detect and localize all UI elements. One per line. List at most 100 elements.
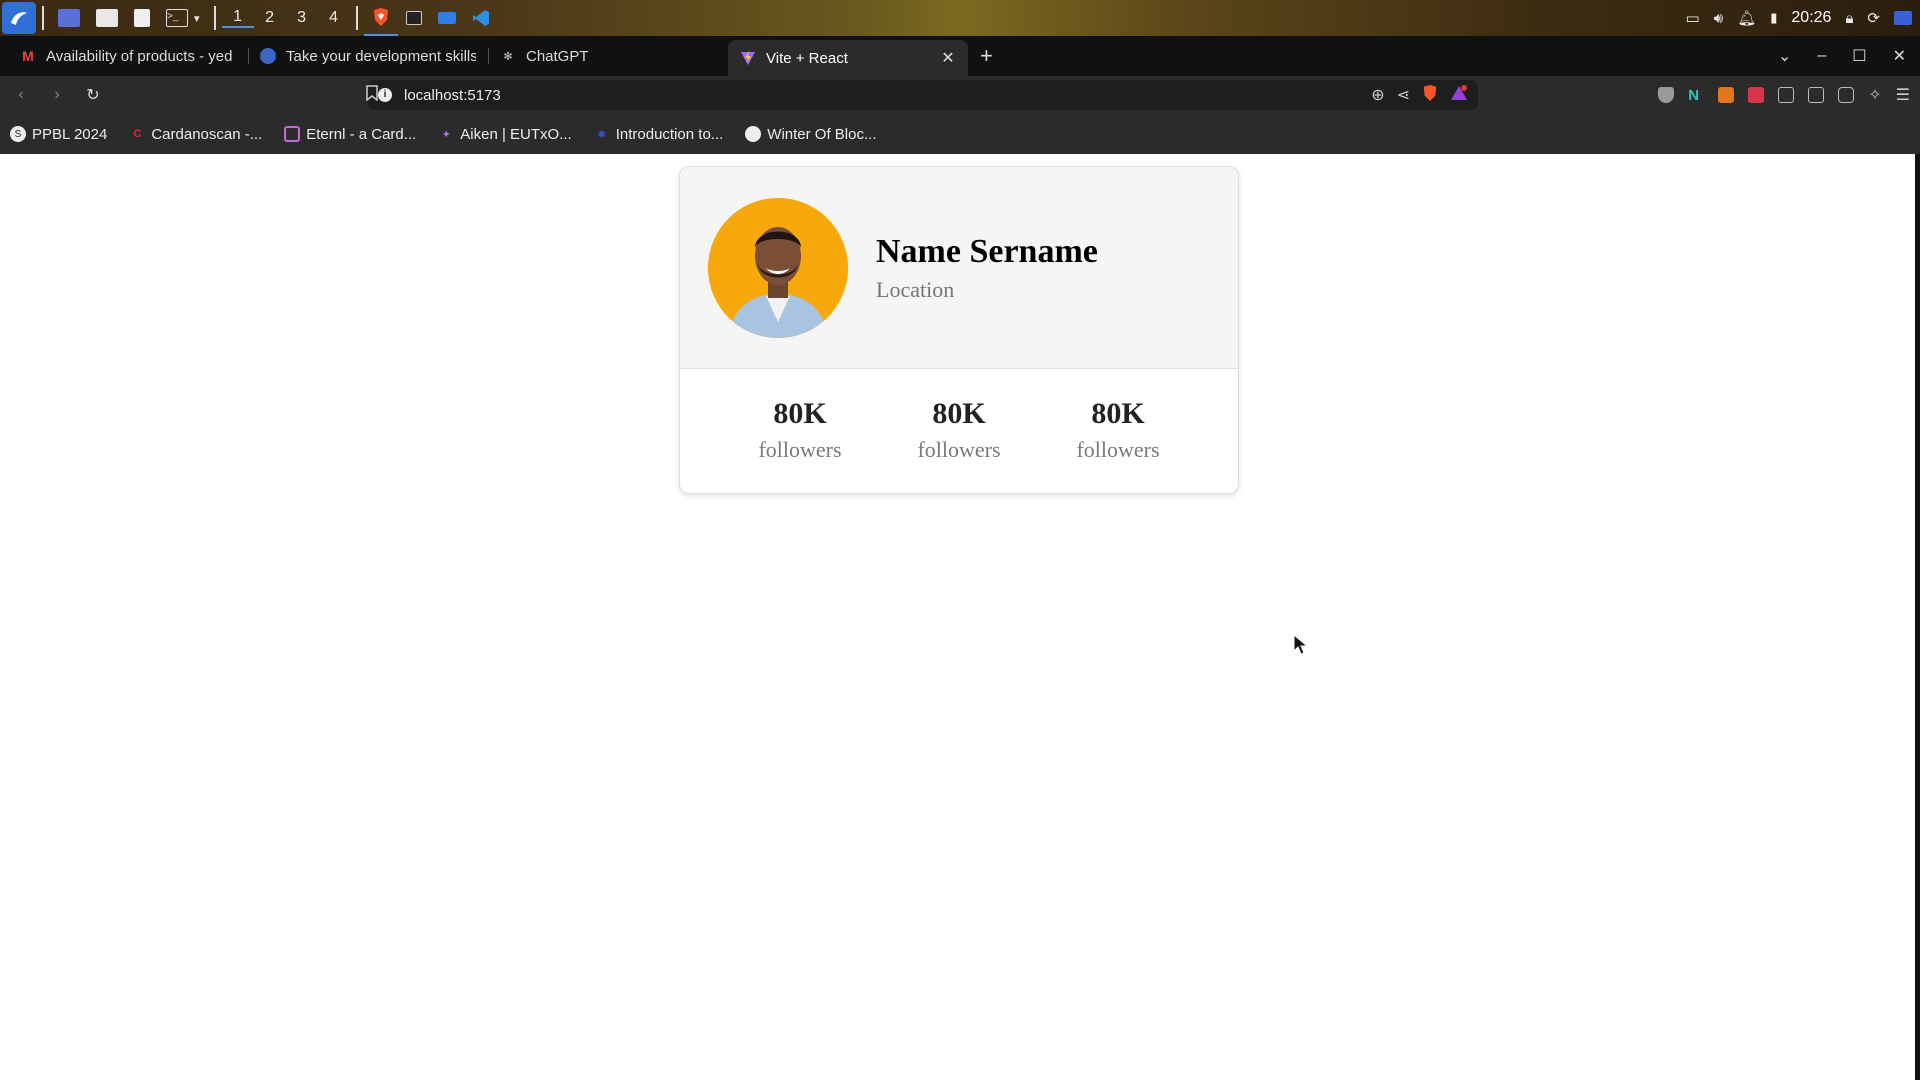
brave-browser-icon[interactable]: [363, 0, 398, 36]
close-tab-icon[interactable]: ✕: [940, 48, 956, 68]
url-text[interactable]: localhost:5173: [404, 87, 1359, 104]
brave-shields-icon[interactable]: [1422, 84, 1438, 107]
share-icon[interactable]: ⋖: [1397, 85, 1410, 105]
file-manager-icon[interactable]: [88, 0, 126, 36]
tab-gmail[interactable]: M Availability of products - yed: [8, 36, 248, 76]
refresh-session-icon[interactable]: ⟳: [1867, 9, 1880, 27]
text-editor-icon[interactable]: [126, 0, 158, 36]
tab-list-chevron-icon[interactable]: ⌄: [1778, 46, 1791, 66]
stat-value: 80K: [1091, 397, 1145, 430]
person-photo-icon: [708, 197, 848, 338]
extension-red-icon[interactable]: [1748, 87, 1765, 103]
bookmark-icon[interactable]: [366, 84, 378, 106]
volume-icon[interactable]: 🔊︎: [1714, 10, 1723, 27]
tab-vite-react[interactable]: Vite + React ✕: [728, 40, 968, 76]
bookmarks-bar: S PPBL 2024 C Cardanoscan -... Eternl - …: [0, 114, 1920, 154]
tab-strip: M Availability of products - yed Take yo…: [0, 36, 1920, 76]
reload-icon[interactable]: ↻: [82, 85, 104, 105]
stat-label: followers: [1076, 437, 1160, 462]
eternl-icon: [284, 126, 301, 142]
stat-label: followers: [917, 437, 1001, 462]
stat-item: 80K followers: [750, 397, 850, 463]
address-bar[interactable]: i localhost:5173 ⊕ ⋖: [368, 80, 1478, 110]
bookmark-item-eternl[interactable]: Eternl - a Card...: [284, 126, 416, 143]
brave-rewards-icon[interactable]: [1450, 84, 1468, 106]
vite-icon: [740, 50, 756, 66]
extensions-toolbar: N ✧ ☰: [1658, 85, 1910, 105]
cardano-icon: [260, 48, 276, 64]
os-taskbar: >_ ▾ 1 2 3 4 ▭ 🔊︎ 🔔︎ ▮ 20:26 🔒︎ ⟳: [0, 0, 1920, 36]
launcher-logo-icon: [11, 12, 27, 25]
vpn-shield-icon[interactable]: [1658, 87, 1675, 103]
chevron-down-icon[interactable]: ▾: [194, 12, 200, 25]
display-switch-icon[interactable]: [1894, 11, 1912, 25]
new-tab-button[interactable]: +: [980, 43, 993, 69]
bookmark-label: Eternl - a Card...: [306, 125, 417, 143]
leo-ai-icon[interactable]: ✧: [1868, 85, 1881, 105]
bookmark-label: Cardanoscan -...: [151, 125, 263, 143]
lock-icon[interactable]: 🔒︎: [1845, 10, 1853, 27]
desktop-icon[interactable]: [50, 0, 88, 36]
maximize-icon[interactable]: ☐: [1852, 46, 1866, 66]
minimize-icon[interactable]: –: [1817, 47, 1826, 65]
screen-icon[interactable]: ▭: [1686, 9, 1700, 27]
clock[interactable]: 20:26: [1791, 9, 1831, 27]
aiken-icon: ✦: [441, 128, 451, 141]
stat-item: 80K followers: [909, 397, 1009, 463]
sidebar-toggle-icon[interactable]: [1808, 87, 1825, 103]
terminal-window-icon[interactable]: [398, 0, 430, 36]
taskbar-separator: [213, 6, 216, 30]
tab-title: Take your development skills: [286, 47, 476, 65]
profile-location: Location: [876, 276, 955, 302]
stat-value: 80K: [773, 397, 827, 430]
bookmark-label: Aiken | EUTxO...: [460, 125, 572, 143]
page-scrollbar[interactable]: [1915, 154, 1920, 1080]
bookmark-label: Introduction to...: [615, 125, 724, 143]
terminal-icon[interactable]: >_ ▾: [158, 0, 208, 36]
tab-development[interactable]: Take your development skills: [248, 36, 488, 76]
bookmark-item-winter-of-blockchain[interactable]: Winter Of Bloc...: [745, 125, 877, 143]
taskbar-separator: [42, 6, 44, 30]
workspace-1-button[interactable]: 1: [221, 8, 254, 28]
close-window-icon[interactable]: ✕: [1893, 46, 1906, 66]
bookmark-item-introduction[interactable]: ✹ Introduction to...: [594, 125, 724, 143]
bookmark-item-cardanoscan[interactable]: C Cardanoscan -...: [129, 126, 262, 143]
site-info-icon[interactable]: i: [378, 88, 392, 102]
stat-label: followers: [758, 437, 842, 462]
tab-chatgpt[interactable]: ✻ ChatGPT: [488, 36, 728, 76]
folder-icon[interactable]: [430, 0, 464, 36]
back-icon[interactable]: ‹: [10, 86, 32, 104]
page-viewport: Name Sername Location 80K followers 80K …: [0, 154, 1915, 1080]
navigation-bar: ‹ › ↻ i localhost:5173 ⊕ ⋖ N ✧ ☰: [0, 76, 1920, 114]
workspace-2-button[interactable]: 2: [254, 9, 286, 27]
github-icon: [745, 126, 762, 142]
tab-title: Vite + React: [766, 49, 848, 67]
extensions-puzzle-icon[interactable]: [1778, 87, 1795, 103]
wallet-icon[interactable]: [1838, 87, 1855, 103]
taskbar-separator: [355, 6, 358, 30]
bookmark-label: PPBL 2024: [32, 125, 108, 143]
cardano-dots-icon: ✹: [597, 128, 607, 141]
bookmark-item-ppbl[interactable]: S PPBL 2024: [10, 126, 107, 143]
profile-info: Name Sername Location: [876, 233, 1098, 303]
metamask-icon[interactable]: [1718, 87, 1735, 103]
workspace-3-button[interactable]: 3: [286, 9, 318, 27]
zoom-icon[interactable]: ⊕: [1371, 85, 1384, 105]
vscode-icon[interactable]: [464, 0, 498, 36]
notification-bell-icon[interactable]: 🔔︎: [1737, 9, 1756, 27]
workspace-4-button[interactable]: 4: [318, 9, 350, 27]
profile-card: Name Sername Location 80K followers 80K …: [679, 166, 1239, 494]
battery-icon[interactable]: ▮: [1770, 10, 1777, 26]
app-launcher-button[interactable]: [2, 2, 36, 34]
bookmark-label: Winter Of Bloc...: [767, 125, 877, 143]
menu-hamburger-icon[interactable]: ☰: [1896, 85, 1910, 105]
chatgpt-icon: ✻: [503, 50, 513, 63]
bookmark-item-aiken[interactable]: ✦ Aiken | EUTxO...: [438, 125, 572, 143]
profile-card-header: Name Sername Location: [680, 167, 1238, 369]
forward-icon[interactable]: ›: [46, 86, 68, 104]
extension-n-icon[interactable]: N: [1688, 87, 1704, 104]
stat-value: 80K: [932, 397, 986, 430]
avatar: [708, 197, 848, 338]
mouse-cursor-icon: [1293, 634, 1309, 655]
stat-item: 80K followers: [1068, 397, 1168, 463]
